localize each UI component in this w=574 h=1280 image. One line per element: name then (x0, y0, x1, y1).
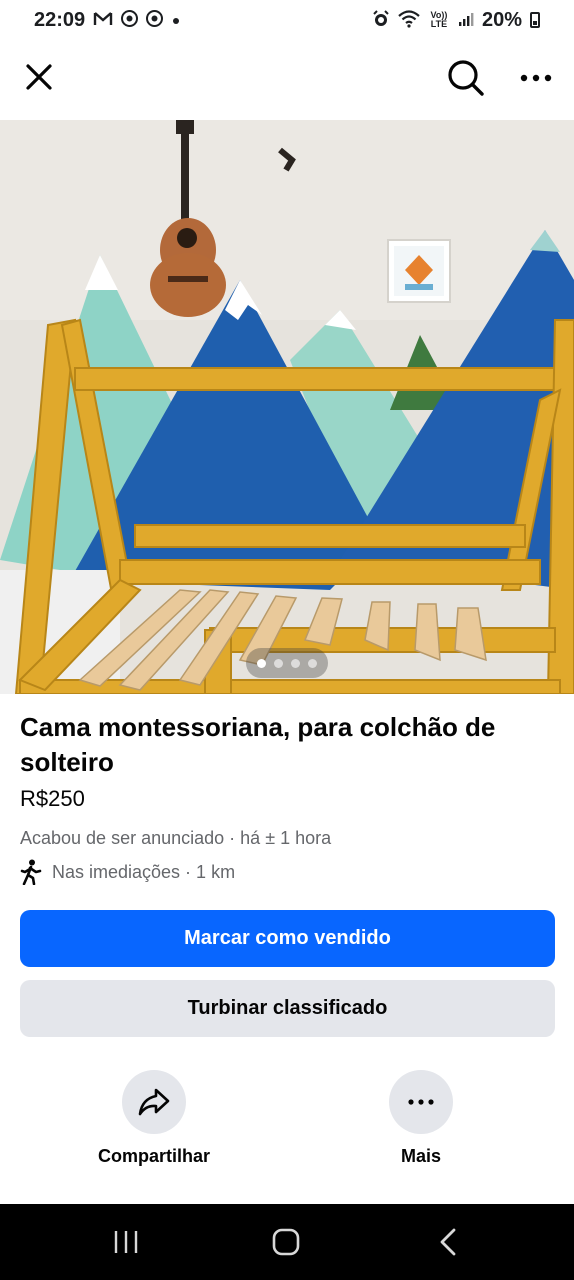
page-dot (291, 658, 300, 668)
share-icon (138, 1088, 170, 1116)
home-icon (272, 1228, 300, 1256)
search-button[interactable] (444, 56, 488, 100)
more-button[interactable] (389, 1070, 453, 1134)
wifi-icon (398, 9, 420, 31)
close-button[interactable] (18, 56, 60, 98)
more-action[interactable]: Mais (388, 1070, 454, 1167)
search-icon (448, 60, 484, 96)
share-button[interactable] (122, 1070, 186, 1134)
page-dot-active (257, 658, 266, 668)
listing-price: R$250 (20, 786, 85, 811)
gmail-icon (93, 11, 113, 30)
more-horizontal-icon (408, 1099, 434, 1105)
signal-icon (458, 11, 474, 30)
more-options-button[interactable] (514, 56, 558, 100)
bed-photo-illustration (0, 120, 574, 694)
battery-icon (530, 12, 540, 28)
status-right: Vo)) LTE 20% (372, 9, 540, 32)
recent-apps-button[interactable] (96, 1222, 156, 1262)
more-label: Mais (400, 1146, 442, 1166)
volte-icon: Vo)) LTE (430, 10, 448, 29)
chrome-icon (121, 10, 139, 30)
mark-as-sold-button[interactable]: Marcar como vendido (20, 910, 555, 967)
boost-listing-button[interactable]: Turbinar classificado (20, 980, 555, 1037)
app-bar (0, 40, 574, 118)
page-dot (274, 658, 283, 668)
listing-meta: Acabou de ser anunciado · há ± 1 hora (20, 828, 331, 849)
listing-title: Cama montessoriana, para colchão de solt… (20, 712, 496, 777)
close-icon (26, 64, 52, 90)
system-nav-bar (0, 1204, 574, 1280)
back-icon (440, 1228, 456, 1256)
more-horizontal-icon (520, 74, 552, 82)
listing-photo[interactable] (0, 120, 574, 694)
battery-percent: 20% (481, 8, 522, 31)
recent-apps-icon (114, 1231, 138, 1253)
alarm-icon (372, 9, 390, 31)
status-left: 22:09 (34, 9, 181, 32)
location-text: Nas imediações · 1 km (52, 861, 236, 882)
chrome-icon (146, 10, 164, 30)
page-dot (308, 658, 317, 668)
walking-person-icon (20, 859, 42, 885)
listing-location: Nas imediações · 1 km (20, 858, 235, 886)
status-bar: 22:09 Vo)) LTE 20% (0, 0, 574, 40)
posted-status: Acabou de ser anunciado (20, 828, 225, 848)
status-time: 22:09 (34, 8, 86, 31)
posted-time: · há ± 1 hora (229, 828, 332, 848)
share-label: Compartilhar (97, 1146, 211, 1166)
back-button[interactable] (418, 1222, 478, 1262)
home-button[interactable] (256, 1222, 316, 1262)
share-action[interactable]: Compartilhar (98, 1070, 210, 1167)
dot-icon (171, 12, 181, 29)
photo-page-indicator[interactable] (246, 648, 328, 678)
